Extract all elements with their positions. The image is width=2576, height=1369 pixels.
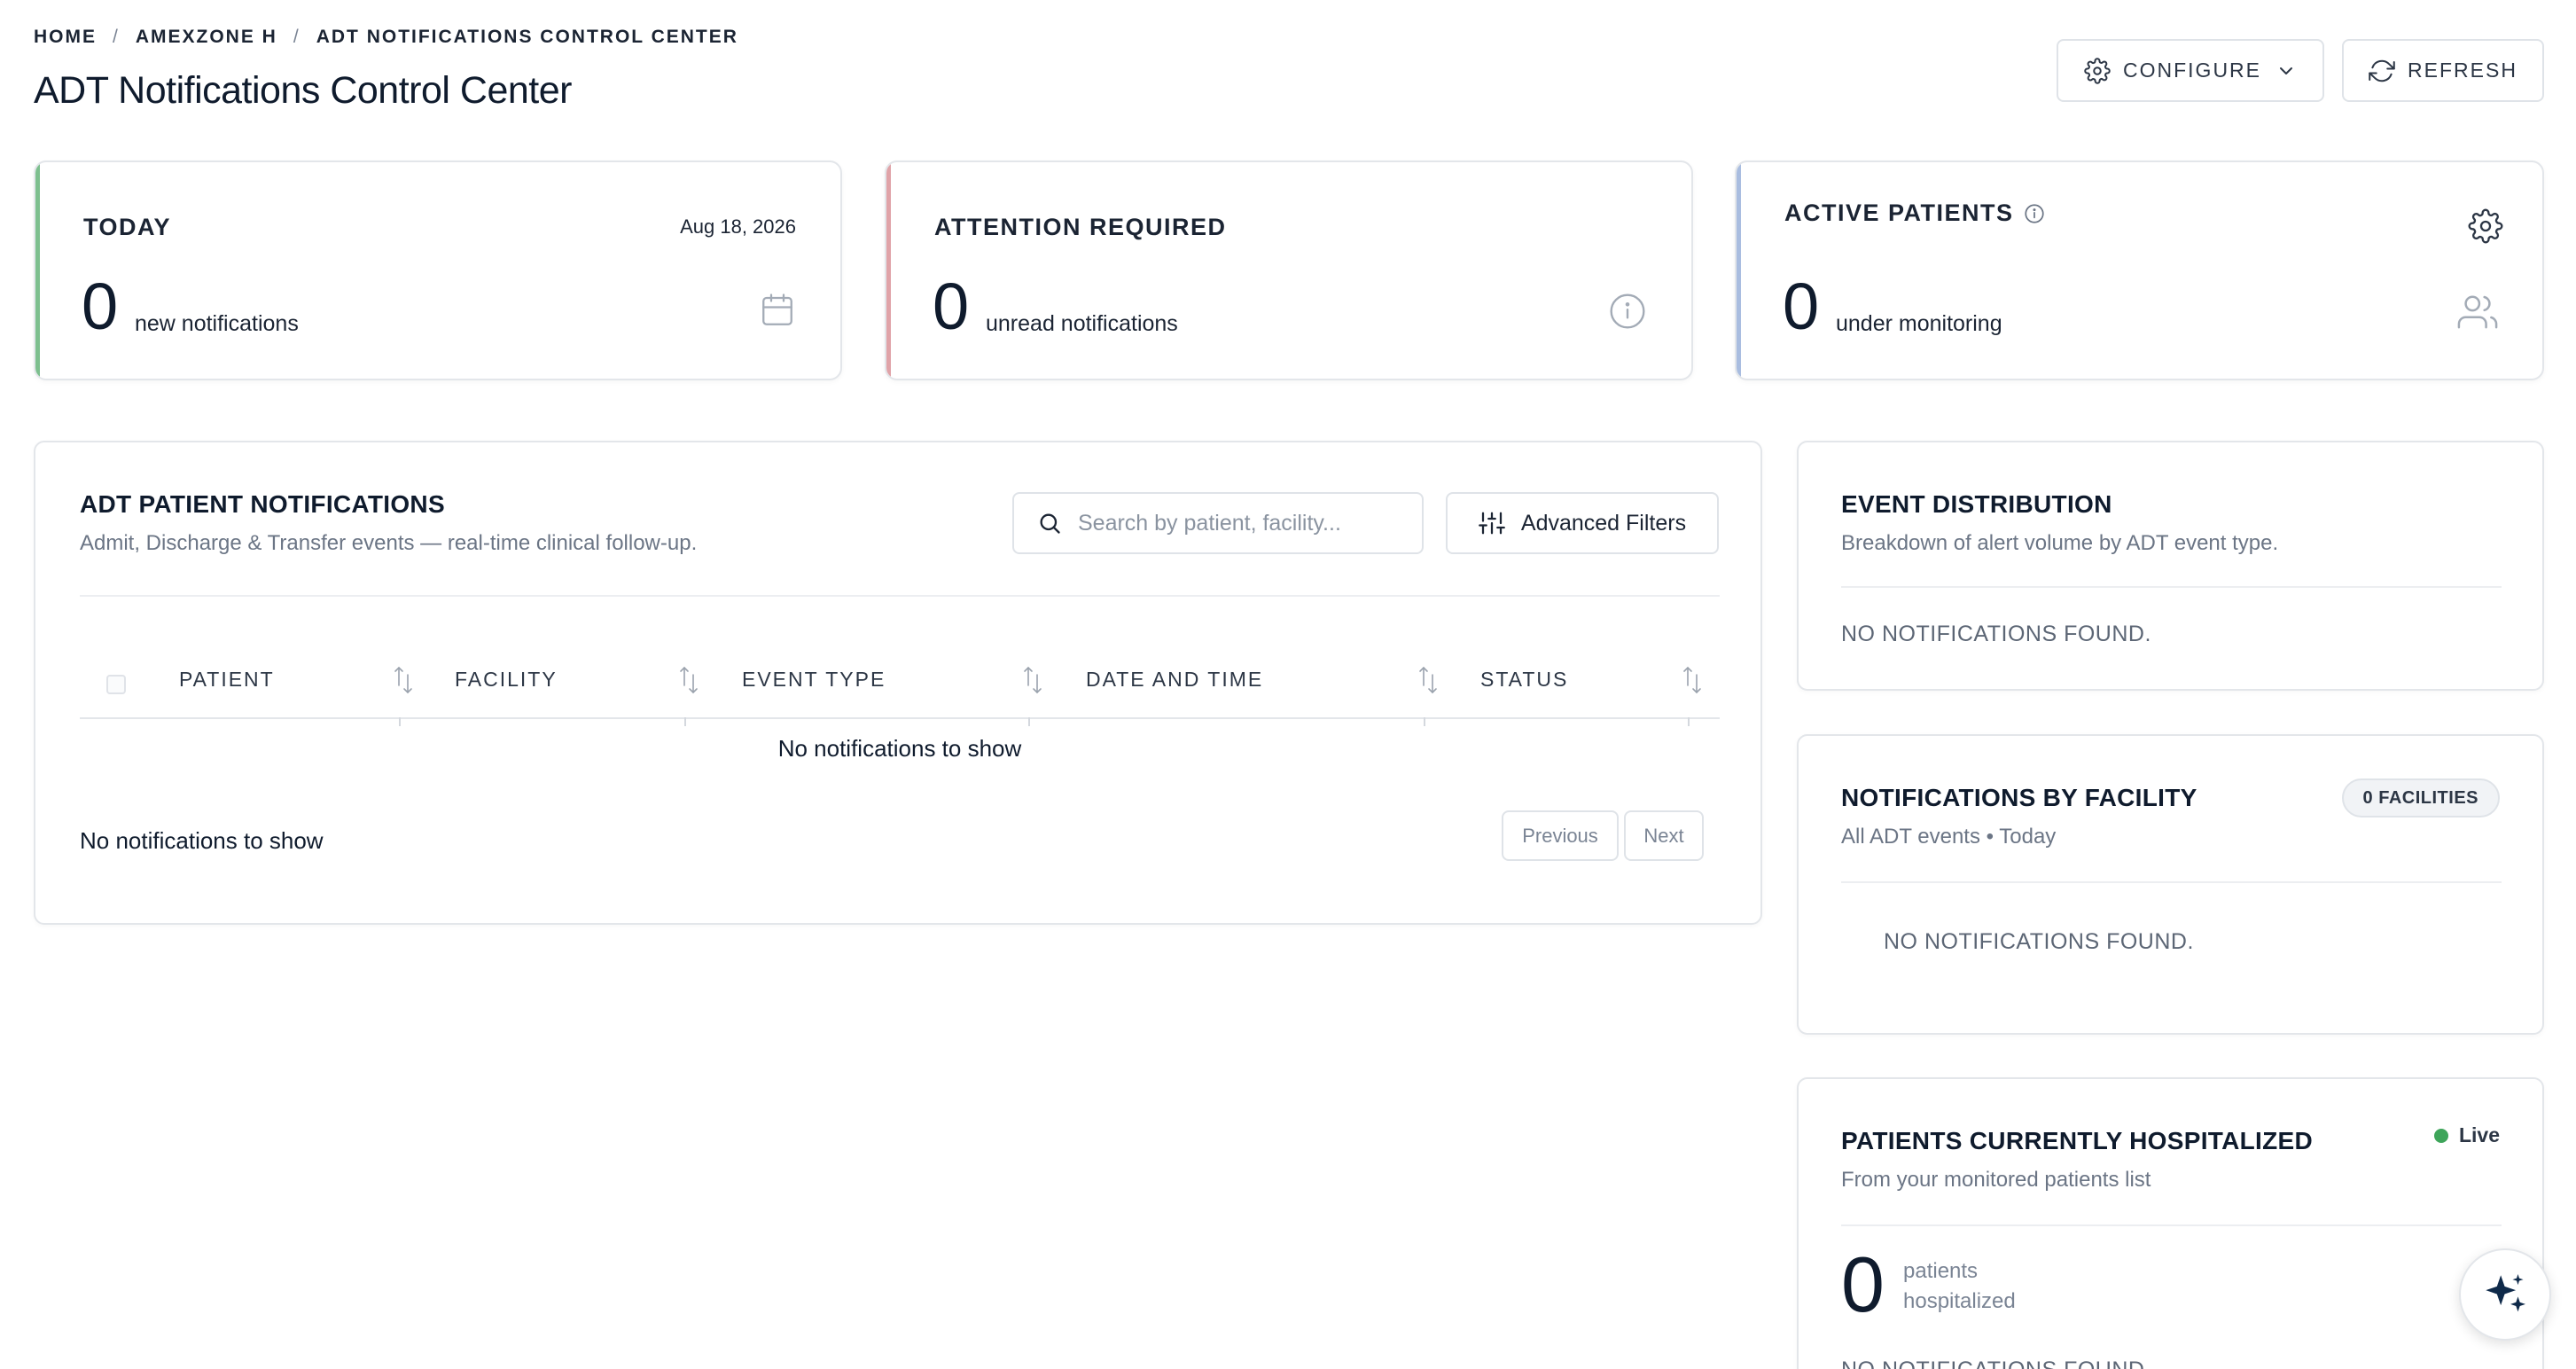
breadcrumb-current: ADT NOTIFICATIONS CONTROL CENTER	[316, 27, 738, 47]
advanced-filters-label: Advanced Filters	[1520, 510, 1687, 536]
card-accent	[886, 162, 891, 379]
ai-assistant-button[interactable]	[2459, 1248, 2551, 1341]
search-input[interactable]	[1078, 510, 1397, 536]
search-box	[1012, 492, 1424, 554]
active-patients-label-text: ACTIVE PATIENTS	[1784, 199, 2014, 226]
active-patients-label: ACTIVE PATIENTS	[1784, 199, 2046, 227]
hospitalized-count: 0	[1841, 1240, 1885, 1328]
breadcrumb: HOME / AMEXZONE H / ADT NOTIFICATIONS CO…	[34, 27, 738, 48]
empty-state: NO NOTIFICATIONS FOUND.	[1884, 929, 2194, 954]
adt-notifications-panel: ADT PATIENT NOTIFICATIONS Admit, Dischar…	[34, 441, 1762, 925]
advanced-filters-button[interactable]: Advanced Filters	[1446, 492, 1719, 554]
divider	[1841, 1224, 2502, 1226]
today-sub: new notifications	[135, 311, 299, 336]
column-event-type[interactable]: EVENT TYPE	[742, 668, 886, 692]
facility-count-badge: 0 FACILITIES	[2341, 778, 2500, 817]
breadcrumb-amexzone[interactable]: AMEXZONE H	[136, 27, 277, 48]
breadcrumb-separator: /	[113, 27, 120, 47]
divider	[80, 595, 1720, 597]
next-page-button[interactable]: Next	[1624, 810, 1704, 861]
column-status[interactable]: STATUS	[1480, 668, 1568, 692]
table-header: PATIENT FACILITY EVENT TYPE DATE AND TIM…	[80, 641, 1720, 726]
refresh-label: REFRESH	[2408, 59, 2517, 82]
column-divider	[1028, 717, 1030, 726]
active-patients-count: 0	[1783, 270, 1820, 343]
sort-icon[interactable]	[1681, 664, 1704, 696]
today-date: Aug 18, 2026	[680, 215, 796, 238]
empty-state: NO NOTIFICATIONS FOUND.	[1841, 1357, 2151, 1369]
calendar-icon	[762, 293, 792, 325]
sort-icon[interactable]	[392, 664, 415, 696]
column-divider	[1688, 717, 1690, 726]
column-facility[interactable]: FACILITY	[455, 668, 558, 692]
column-patient[interactable]: PATIENT	[179, 668, 275, 692]
select-all-checkbox[interactable]	[106, 675, 126, 694]
today-count: 0	[82, 270, 119, 343]
column-divider	[399, 717, 401, 726]
live-dot	[2433, 1128, 2448, 1143]
refresh-button[interactable]: REFRESH	[2342, 39, 2544, 102]
today-card: TODAY Aug 18, 2026 0 new notifications	[34, 160, 842, 380]
active-patients-sub: under monitoring	[1836, 311, 2002, 336]
table-empty-message: No notifications to show	[777, 735, 1022, 762]
info-icon[interactable]	[2023, 202, 2046, 225]
live-label: Live	[2458, 1123, 2500, 1146]
breadcrumb-home[interactable]: HOME	[34, 27, 97, 48]
patients-hospitalized-panel: PATIENTS CURRENTLY HOSPITALIZED Live Fro…	[1797, 1077, 2544, 1369]
panel-subtitle: Breakdown of alert volume by ADT event t…	[1841, 531, 2279, 555]
card-accent	[1737, 162, 1741, 379]
column-date-time[interactable]: DATE AND TIME	[1086, 668, 1263, 692]
divider	[1841, 881, 2502, 883]
breadcrumb-separator: /	[293, 27, 301, 47]
sort-icon[interactable]	[1021, 664, 1044, 696]
sort-icon[interactable]	[677, 664, 700, 696]
panel-title: EVENT DISTRIBUTION	[1841, 490, 2112, 518]
panel-subtitle: From your monitored patients list	[1841, 1168, 2151, 1192]
event-distribution-panel: EVENT DISTRIBUTION Breakdown of alert vo…	[1797, 441, 2544, 691]
attention-card: ATTENTION REQUIRED 0 unread notification…	[885, 160, 1693, 380]
notifications-by-facility-panel: NOTIFICATIONS BY FACILITY 0 FACILITIES A…	[1797, 734, 2544, 1035]
users-icon	[2457, 295, 2498, 329]
live-indicator: Live	[2433, 1123, 2500, 1147]
panel-title: ADT PATIENT NOTIFICATIONS	[80, 490, 445, 518]
card-accent	[35, 162, 40, 379]
panel-subtitle: Admit, Discharge & Transfer events — rea…	[80, 531, 698, 555]
sort-icon[interactable]	[1417, 664, 1440, 696]
column-divider	[684, 717, 686, 726]
hospitalized-sub: patients hospitalized	[1903, 1259, 2016, 1313]
chevron-down-icon	[2280, 66, 2292, 74]
active-patients-card: ACTIVE PATIENTS 0 under monitoring	[1735, 160, 2544, 380]
empty-state: NO NOTIFICATIONS FOUND.	[1841, 622, 2151, 646]
table-footer-message: No notifications to show	[80, 827, 324, 854]
gear-icon[interactable]	[2468, 208, 2503, 244]
sliders-icon	[1479, 512, 1505, 535]
panel-subtitle: All ADT events • Today	[1841, 825, 2057, 849]
panel-title: NOTIFICATIONS BY FACILITY	[1841, 784, 2197, 811]
today-label: TODAY	[83, 214, 172, 240]
divider	[1841, 586, 2502, 588]
panel-title: PATIENTS CURRENTLY HOSPITALIZED	[1841, 1127, 2314, 1154]
page-title: ADT Notifications Control Center	[34, 69, 572, 112]
configure-label: CONFIGURE	[2123, 59, 2261, 82]
gear-icon	[2084, 57, 2111, 84]
sparkle-icon	[2486, 1274, 2525, 1312]
attention-count: 0	[933, 270, 970, 343]
info-icon	[1610, 293, 1645, 329]
attention-sub: unread notifications	[986, 311, 1178, 336]
attention-label: ATTENTION REQUIRED	[934, 214, 1227, 240]
configure-button[interactable]: CONFIGURE	[2057, 39, 2324, 102]
previous-page-button[interactable]: Previous	[1502, 810, 1619, 861]
refresh-icon	[2369, 59, 2395, 82]
search-icon	[1040, 513, 1060, 534]
column-divider	[1424, 717, 1425, 726]
